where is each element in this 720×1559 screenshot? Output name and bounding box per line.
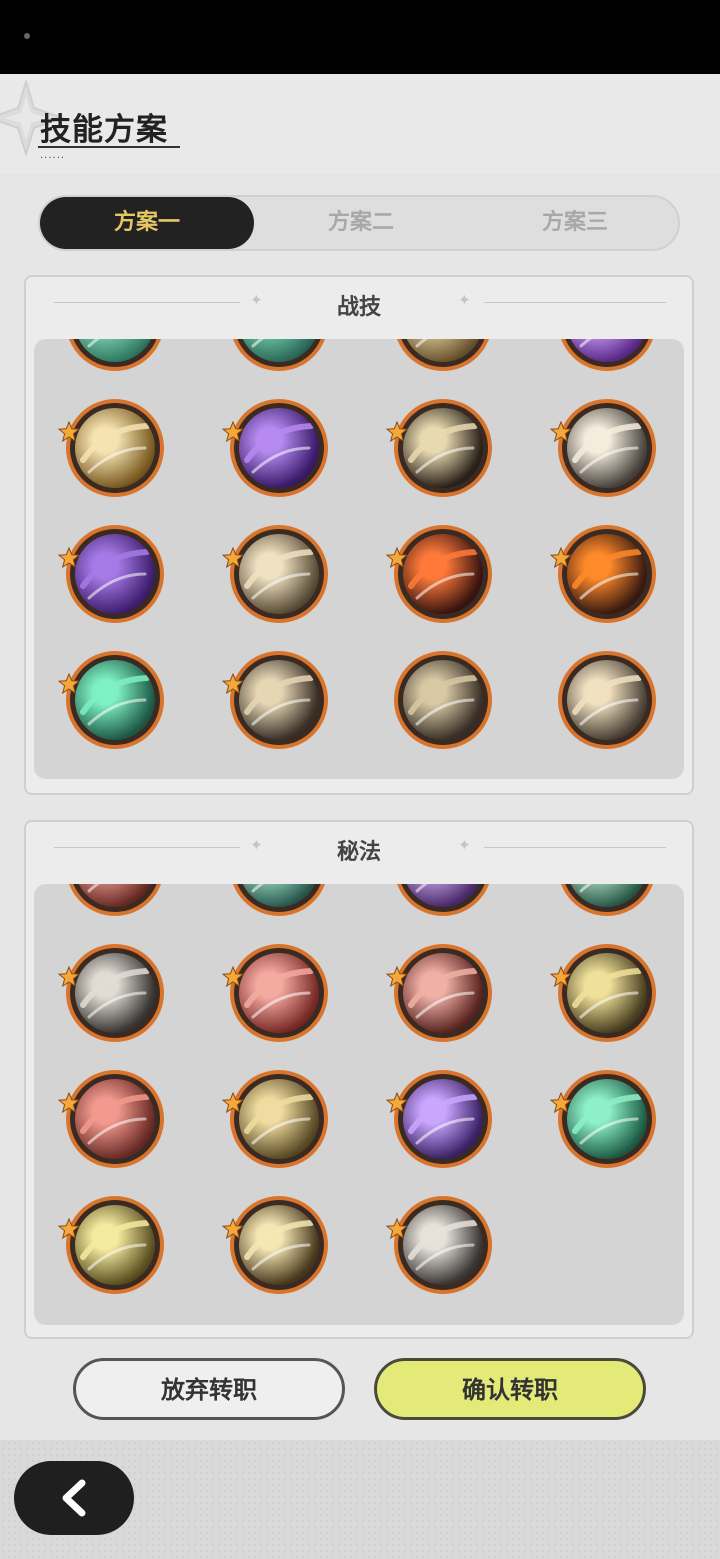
header-divider-right: [484, 847, 666, 848]
gold-arrow-skill-icon[interactable]: [394, 339, 492, 371]
dark-crack-skill-icon[interactable]: [386, 399, 492, 497]
green-blade-skill-icon[interactable]: [550, 1070, 656, 1168]
status-dot: [24, 33, 30, 39]
combat-skills-panel: ✦ 战技 ✦: [24, 275, 694, 795]
star-badge-icon: [222, 673, 244, 695]
white-fist-skill-icon[interactable]: [550, 399, 656, 497]
secret-skill-grid: [34, 884, 684, 1325]
panel-header: ✦ 秘法 ✦: [26, 822, 692, 880]
spin-vortex-skill-icon[interactable]: [394, 651, 492, 749]
back-button[interactable]: [14, 1461, 134, 1535]
star-badge-icon: [58, 547, 80, 569]
title-underline: [38, 146, 180, 148]
purple-shadow-skill-icon[interactable]: [58, 525, 164, 623]
combat-skill-grid: [34, 339, 684, 779]
green-crest-skill-icon[interactable]: [558, 884, 656, 916]
tornado-skill-icon[interactable]: [558, 651, 656, 749]
star-badge-icon: [550, 421, 572, 443]
sparkle-icon: ✦: [458, 836, 471, 854]
fire-slash-skill-icon[interactable]: [386, 525, 492, 623]
star-badge-icon: [222, 421, 244, 443]
flame-ring-skill-icon[interactable]: [550, 525, 656, 623]
silver-blade-skill-icon[interactable]: [58, 944, 164, 1042]
star-badge-icon: [386, 1092, 408, 1114]
crimson-sword-skill-icon[interactable]: [222, 944, 328, 1042]
confirm-job-change-button[interactable]: 确认转职: [374, 1358, 646, 1420]
star-badge-icon: [550, 966, 572, 988]
purple-crest-skill-icon[interactable]: [394, 884, 492, 916]
gold-slash-skill-icon[interactable]: [58, 399, 164, 497]
star-badge-icon: [222, 966, 244, 988]
purple-figure-skill-icon[interactable]: [386, 1070, 492, 1168]
gold-armor-skill-icon[interactable]: [222, 1070, 328, 1168]
star-badge-icon: [58, 1092, 80, 1114]
tab-plan-3[interactable]: 方案三: [468, 197, 682, 249]
gold-eye-skill-icon[interactable]: [222, 1196, 328, 1294]
gold-party-skill-icon[interactable]: [550, 944, 656, 1042]
teal-glyph-skill-icon[interactable]: [230, 339, 328, 371]
green-arrows-skill-icon[interactable]: [58, 651, 164, 749]
star-badge-icon: [550, 547, 572, 569]
purple-heart-skill-icon[interactable]: [222, 399, 328, 497]
star-badge-icon: [58, 966, 80, 988]
chevron-left-icon: [62, 1479, 86, 1517]
star-badge-icon: [386, 421, 408, 443]
gold-heal-skill-icon[interactable]: [58, 1196, 164, 1294]
status-bar: [0, 0, 720, 74]
star-badge-icon: [58, 673, 80, 695]
sparkle-icon: ✦: [458, 291, 471, 309]
panel-header: ✦ 战技 ✦: [26, 277, 692, 335]
star-badge-icon: [222, 1218, 244, 1240]
plan-tabs: 方案一 方案二 方案三: [38, 195, 680, 251]
page-title: 技能方案: [40, 112, 168, 148]
teal-crest-skill-icon[interactable]: [230, 884, 328, 916]
teal-rune-skill-icon[interactable]: [66, 339, 164, 371]
secret-arts-panel: ✦ 秘法 ✦: [24, 820, 694, 1339]
star-badge-icon: [222, 547, 244, 569]
title-dots: ......: [40, 150, 66, 161]
gale-streak-skill-icon[interactable]: [222, 651, 328, 749]
header-divider-right: [484, 302, 666, 303]
secret-section-title: 秘法: [336, 840, 381, 865]
star-badge-icon: [58, 1218, 80, 1240]
purple-swirl-skill-icon[interactable]: [558, 339, 656, 371]
star-badge-icon: [222, 1092, 244, 1114]
red-strike-skill-icon[interactable]: [386, 944, 492, 1042]
star-badge-icon: [386, 966, 408, 988]
tab-plan-2[interactable]: 方案二: [254, 197, 468, 249]
silver-sword-skill-icon[interactable]: [386, 1196, 492, 1294]
star-badge-icon: [550, 1092, 572, 1114]
red-crest-skill-icon[interactable]: [66, 884, 164, 916]
star-badge-icon: [386, 547, 408, 569]
red-armor-skill-icon[interactable]: [58, 1070, 164, 1168]
star-badge-icon: [58, 421, 80, 443]
star-badge-icon: [386, 1218, 408, 1240]
tab-plan-1[interactable]: 方案一: [40, 197, 254, 249]
action-buttons: 放弃转职 确认转职: [0, 1355, 720, 1425]
combat-section-title: 战技: [336, 295, 381, 320]
wind-hand-skill-icon[interactable]: [222, 525, 328, 623]
abandon-job-change-button[interactable]: 放弃转职: [73, 1358, 345, 1420]
